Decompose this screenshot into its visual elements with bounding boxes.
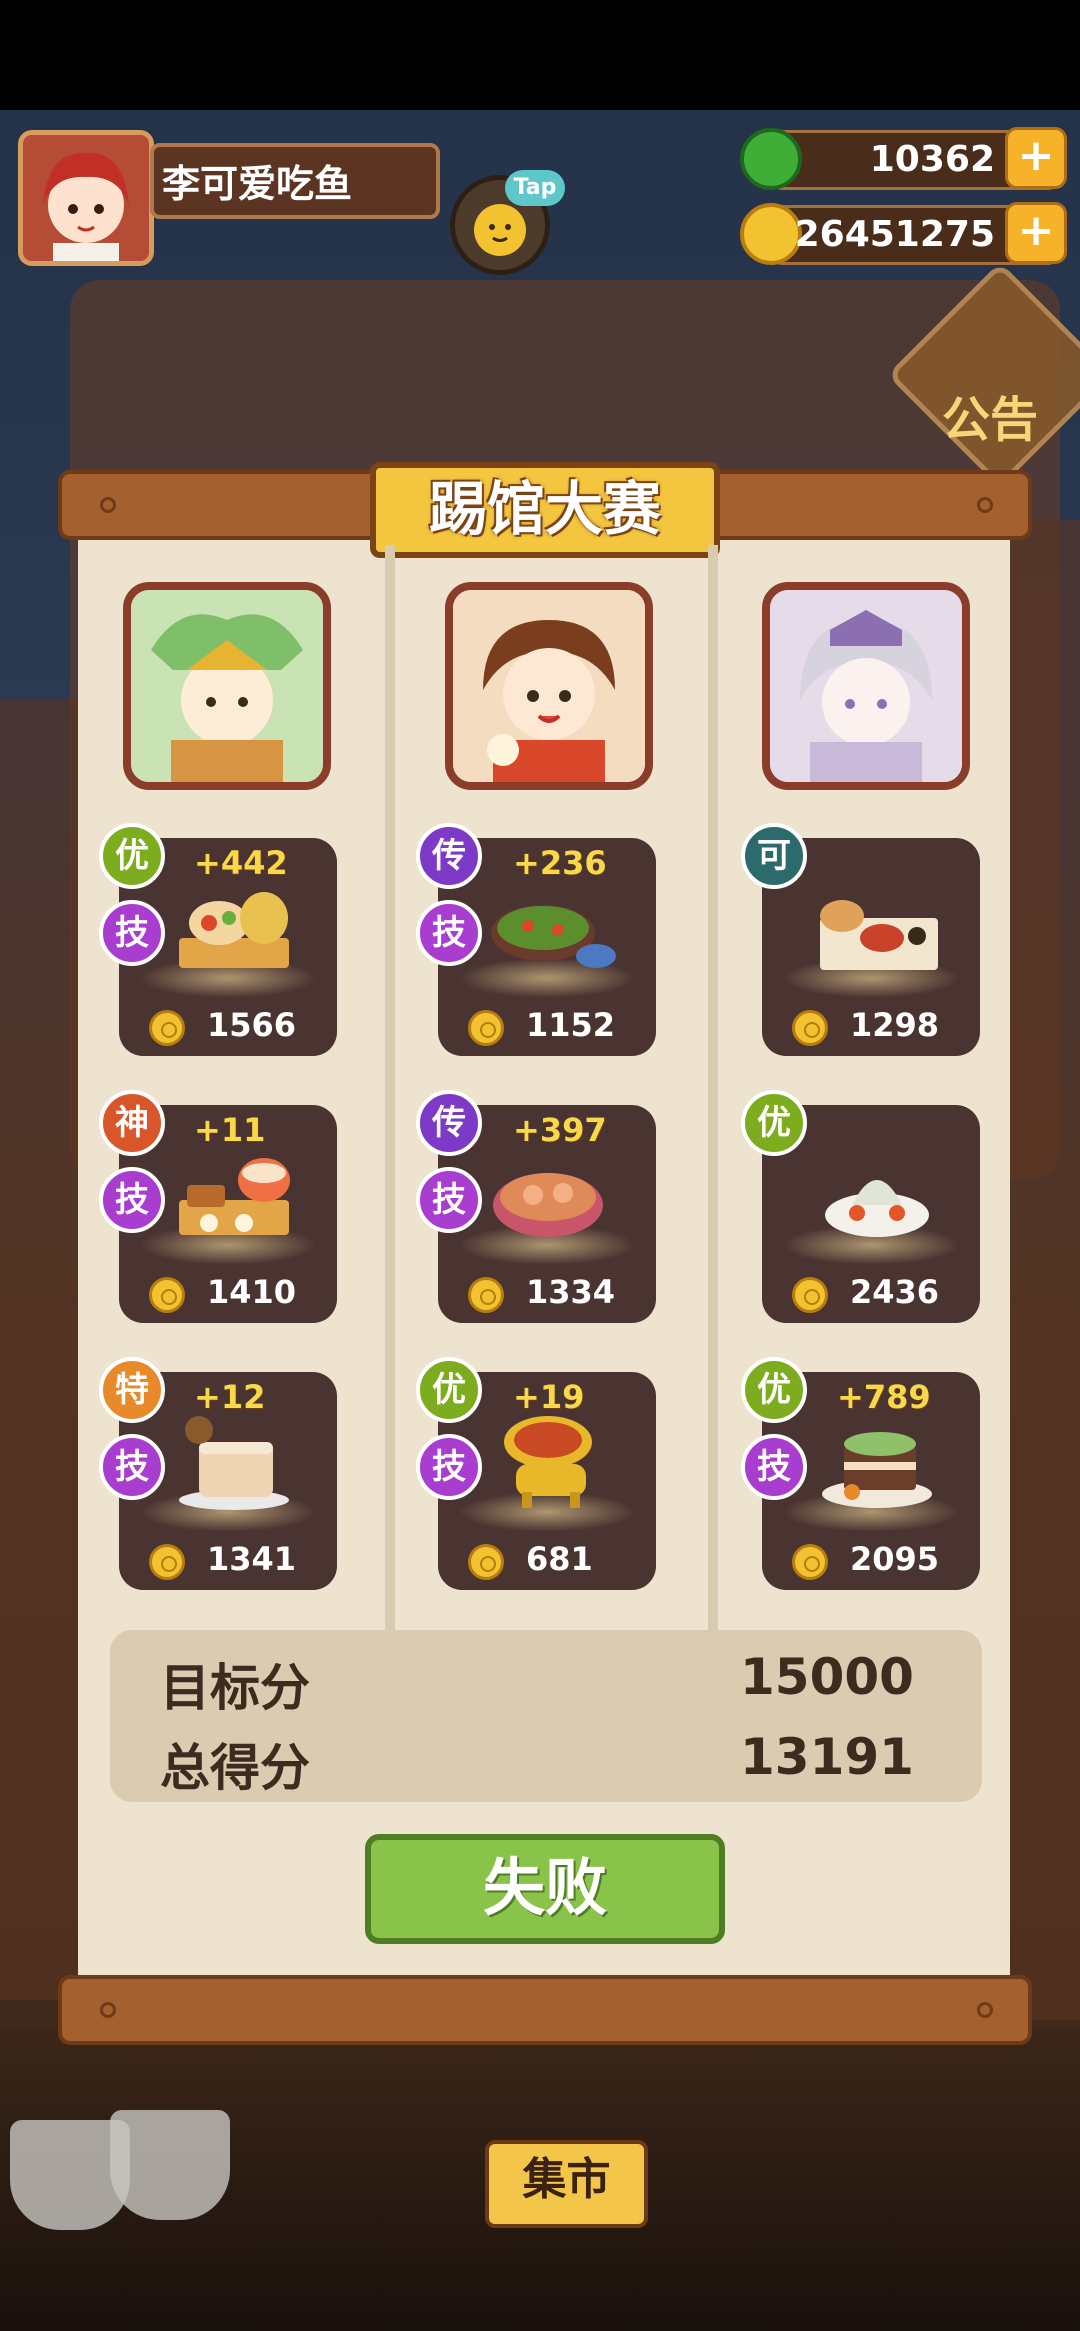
seafood-bowl-icon xyxy=(493,1173,603,1237)
skill-badge: 技 xyxy=(99,1167,165,1233)
column-divider xyxy=(385,545,395,1635)
dish-bonus: +11 xyxy=(194,1111,266,1149)
rail-dot xyxy=(100,497,116,513)
skill-badge: 技 xyxy=(99,900,165,966)
cake-dish-icon xyxy=(179,1416,289,1510)
grade-badge: 优 xyxy=(741,1090,807,1156)
coin-icon xyxy=(149,1544,185,1580)
status-bar xyxy=(0,0,1080,110)
chef-girl-avatar-icon xyxy=(23,135,149,261)
pot-icon xyxy=(110,2110,230,2220)
coin-icon xyxy=(468,1277,504,1313)
rail-dot xyxy=(100,2002,116,2018)
dish-price: 681 xyxy=(526,1540,593,1578)
dish-price: 2095 xyxy=(850,1540,940,1578)
chef-portrait-3[interactable] xyxy=(762,582,970,790)
dish-price: 1298 xyxy=(850,1006,940,1044)
coin-icon xyxy=(792,1277,828,1313)
result-fail-button[interactable]: 失败 xyxy=(365,1834,725,1944)
dish-price: 1410 xyxy=(207,1273,297,1311)
left-stall xyxy=(0,700,80,2000)
dish-bonus: +236 xyxy=(513,844,607,882)
grade-badge: 优 xyxy=(741,1357,807,1423)
column-divider xyxy=(708,545,718,1635)
grade-badge: 可 xyxy=(741,823,807,889)
dish-bonus: +12 xyxy=(194,1378,266,1416)
layer-cake-dish-icon xyxy=(822,1432,932,1508)
dragon-chef-icon xyxy=(131,590,323,782)
coin-value: 26451275 xyxy=(794,214,995,255)
dish-bonus: +442 xyxy=(194,844,288,882)
rail-dot xyxy=(977,497,993,513)
dish-price: 1334 xyxy=(526,1273,616,1311)
panel-bottom-rail xyxy=(58,1975,1032,2045)
skill-badge: 技 xyxy=(416,900,482,966)
tartare-dish-icon xyxy=(820,900,938,970)
stirfry-dish-icon xyxy=(491,905,616,968)
rail-dot xyxy=(977,2002,993,2018)
skill-badge: 技 xyxy=(416,1167,482,1233)
coin-icon xyxy=(149,1277,185,1313)
jade-value: 10362 xyxy=(869,139,995,180)
add-jade-button[interactable]: + xyxy=(1005,127,1067,189)
total-score-value: 13191 xyxy=(740,1728,914,1786)
grade-badge: 特 xyxy=(99,1357,165,1423)
player-avatar[interactable] xyxy=(18,130,154,266)
dish-price: 1566 xyxy=(207,1006,297,1044)
coin-icon xyxy=(792,1010,828,1046)
bun-chef-icon xyxy=(453,590,645,782)
skill-badge: 技 xyxy=(99,1434,165,1500)
coin-icon xyxy=(149,1010,185,1046)
target-score-label: 目标分 xyxy=(160,1659,310,1717)
dish-price: 1152 xyxy=(526,1006,616,1044)
right-stall xyxy=(1000,520,1080,2020)
chef-portrait-2[interactable] xyxy=(445,582,653,790)
silver-chef-icon xyxy=(770,590,962,782)
skill-badge: 技 xyxy=(741,1434,807,1500)
chef-portrait-1[interactable] xyxy=(123,582,331,790)
tap-badge: Tap xyxy=(505,170,565,206)
lobster-dish-icon xyxy=(825,1180,929,1237)
dish-bonus: +397 xyxy=(513,1111,607,1149)
total-score-label: 总得分 xyxy=(160,1739,310,1797)
dish-bonus: +789 xyxy=(837,1378,931,1416)
target-score-value: 15000 xyxy=(740,1648,914,1706)
notice-label: 公告 xyxy=(942,392,1039,448)
dish-bonus: +19 xyxy=(513,1378,585,1416)
skill-badge: 技 xyxy=(416,1434,482,1500)
add-coins-button[interactable]: + xyxy=(1005,202,1067,264)
player-name: 李可爱吃鱼 xyxy=(162,162,353,206)
ox-pot-dish-icon xyxy=(504,1416,592,1508)
dimsum-dish-icon xyxy=(179,1158,290,1235)
grade-badge: 优 xyxy=(416,1357,482,1423)
grade-badge: 优 xyxy=(99,823,165,889)
coin-icon xyxy=(468,1544,504,1580)
coin-icon xyxy=(468,1010,504,1046)
grade-badge: 传 xyxy=(416,823,482,889)
dish-price: 1341 xyxy=(207,1540,297,1578)
contest-title: 踢馆大赛 xyxy=(370,462,720,558)
dish-price: 2436 xyxy=(850,1273,940,1311)
sandwich-dish-icon xyxy=(179,892,289,968)
grade-badge: 神 xyxy=(99,1090,165,1156)
market-sign[interactable]: 集市 xyxy=(485,2140,648,2228)
grade-badge: 传 xyxy=(416,1090,482,1156)
coin-icon xyxy=(792,1544,828,1580)
